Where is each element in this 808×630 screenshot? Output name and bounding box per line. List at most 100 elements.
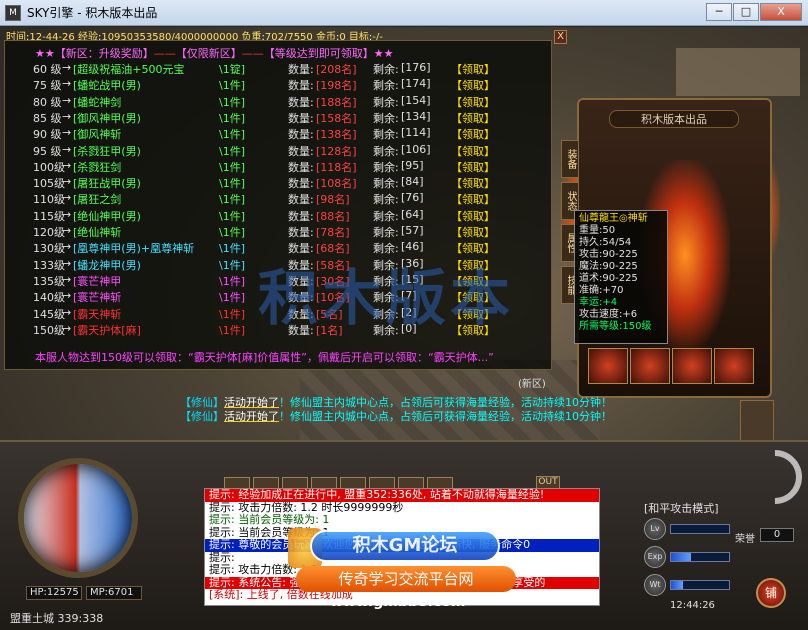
reward-item: [蟠龙神甲(男) [73,258,141,272]
header-dash-2: —— [241,47,264,60]
claim-button[interactable]: 【领取】 [451,77,495,93]
weight-bar [670,580,730,590]
tab-equipment[interactable]: 装备 [561,140,579,178]
level-button[interactable]: Lv [644,518,666,540]
minimize-button[interactable]: ─ [706,3,732,21]
remain-value: [95] [401,158,424,172]
equip-slot-medal[interactable] [588,348,628,384]
remain-label: 剩余: [373,111,399,125]
remain-value: [106] [401,142,431,156]
reward-level: 150级 [33,323,65,337]
count-label: 数量: [288,95,314,109]
remain-label: 剩余: [373,193,399,207]
chat-message: 提示: 经验加成正在进行中, 盟重352:336处, 站着不动就得海量经验! [205,489,599,502]
reward-item: [杀戮狂剑 [73,160,122,174]
tooltip-stat: 持久:54/54 [579,237,632,248]
reward-quantity: \1件] [219,144,245,158]
remain-label: 剩余: [373,95,399,109]
attack-mode[interactable]: [和平攻击模式] [644,500,719,516]
announce-action: 活动开始了 [224,410,279,423]
arrow-icon: → [62,158,72,172]
remain-label: 剩余: [373,226,399,239]
claim-button[interactable]: 【领取】 [451,224,495,240]
reward-item: [蟠蛇神剑 [73,95,122,109]
claim-button[interactable]: 【领取】 [451,110,495,126]
reward-level: 95 级 [33,144,62,158]
hp-readout: HP:12575 [26,586,82,600]
reward-level: 100级 [33,160,65,174]
maximize-button[interactable]: □ [733,3,759,21]
tooltip-speed: 攻击速度:+6 [579,309,638,320]
reward-item: [杀戮狂甲(男) [73,144,141,158]
reward-row: 60 级 → [超级祝福油+500元宝 \1锭] 数量: [208名] 剩余: [176] 【领… [33,61,543,77]
claim-button[interactable]: 【领取】 [451,143,495,159]
game-window: M SKY引擎 - 积木版本出品 ─ □ X 时间:12-44-26 经验:10… [0,0,808,630]
reward-level: 110级 [33,193,65,207]
exp-button[interactable]: Exp [644,546,666,568]
reward-item: [御风神甲(男) [73,111,141,125]
reward-row: 120级 → [绝仙神斩 \1件] 数量: [78名] 剩余: [57] 【领取】 [33,224,543,240]
remain-value: [176] [401,61,431,74]
header-new-only: 【仅限新区】 [175,47,242,60]
claim-button[interactable]: 【领取】 [451,61,495,77]
map-name: 盟重土城 [10,612,54,625]
reward-item: [屠狂战甲(男) [73,177,141,191]
header-reach-level: 【等级达到即可领取】 [263,47,374,60]
count-value: [108名] [316,177,357,191]
count-value: [188名] [316,95,357,109]
close-window-button[interactable]: X [760,3,802,21]
tooltip-stat: 重量:50 [579,225,616,236]
minimap-area[interactable] [676,48,800,96]
reward-level: 105级 [33,177,65,191]
arrow-icon: → [62,224,72,237]
reward-quantity: \1件] [219,323,245,337]
reward-row: 90 级 → [御风神斩 \1件] 数量: [138名] 剩余: [114] 【领取】 [33,126,543,142]
arrow-icon: → [62,126,72,140]
equip-slot-boots[interactable] [672,348,712,384]
reward-quantity: \1件] [219,274,245,288]
claim-button[interactable]: 【领取】 [451,159,495,175]
count-label: 数量: [288,177,314,191]
reward-quantity: \1件] [219,258,245,272]
remain-value: [76] [401,191,424,205]
hp-mp-orb [18,458,138,578]
weight-button[interactable]: Wt [644,574,666,596]
honor-value: 0 [760,528,794,542]
arrow-icon: → [62,240,72,254]
reward-item: [霸天护体[麻] [73,323,141,337]
claim-button[interactable]: 【领取】 [451,126,495,142]
remain-value: [64] [401,207,424,221]
count-value: [78名] [316,226,350,239]
tooltip-stat: 准确:+70 [579,285,624,296]
count-value: [198名] [316,79,357,93]
honor-label: 荣誉 [735,534,755,545]
count-value: [98名] [316,193,350,207]
reward-quantity: \1件] [219,79,245,93]
announce-tag: 【修仙】 [180,410,224,423]
announce-line: 【修仙】活动开始了！修仙盟主内城中心点，占领后可获得海量经验，活动持续10分钟！ [180,410,612,423]
equip-slot-belt[interactable] [630,348,670,384]
reward-quantity: \1锭] [219,63,245,76]
reward-quantity: \1件] [219,307,245,321]
exp-bar-fill [671,553,692,561]
count-label: 数量: [288,79,314,93]
arrow-icon: → [62,305,72,319]
remain-value: [114] [401,126,431,140]
header-stars-right: ★★ [373,47,394,60]
claim-button[interactable]: 【领取】 [451,191,495,207]
announce-tag: 【修仙】 [180,396,224,409]
weight-bar-fill [671,581,683,589]
shop-button[interactable]: 铺 [756,578,786,608]
remain-value: [134] [401,109,431,123]
count-value: [88名] [316,209,350,223]
map-coords: 339:338 [57,612,104,625]
reward-item: [凰尊神甲(男)+凰尊神斩 [73,242,195,256]
claim-button[interactable]: 【领取】 [451,94,495,110]
title-bar: M SKY引擎 - 积木版本出品 ─ □ X [0,0,808,26]
header-title: 【新区：升级奖励】 [54,47,154,60]
claim-button[interactable]: 【领取】 [451,208,495,224]
panel-close-button[interactable]: X [554,30,567,44]
equip-slot-charm[interactable] [714,348,754,384]
watermark-subtitle: 传奇学习交流平台网 [296,566,516,592]
claim-button[interactable]: 【领取】 [451,175,495,191]
